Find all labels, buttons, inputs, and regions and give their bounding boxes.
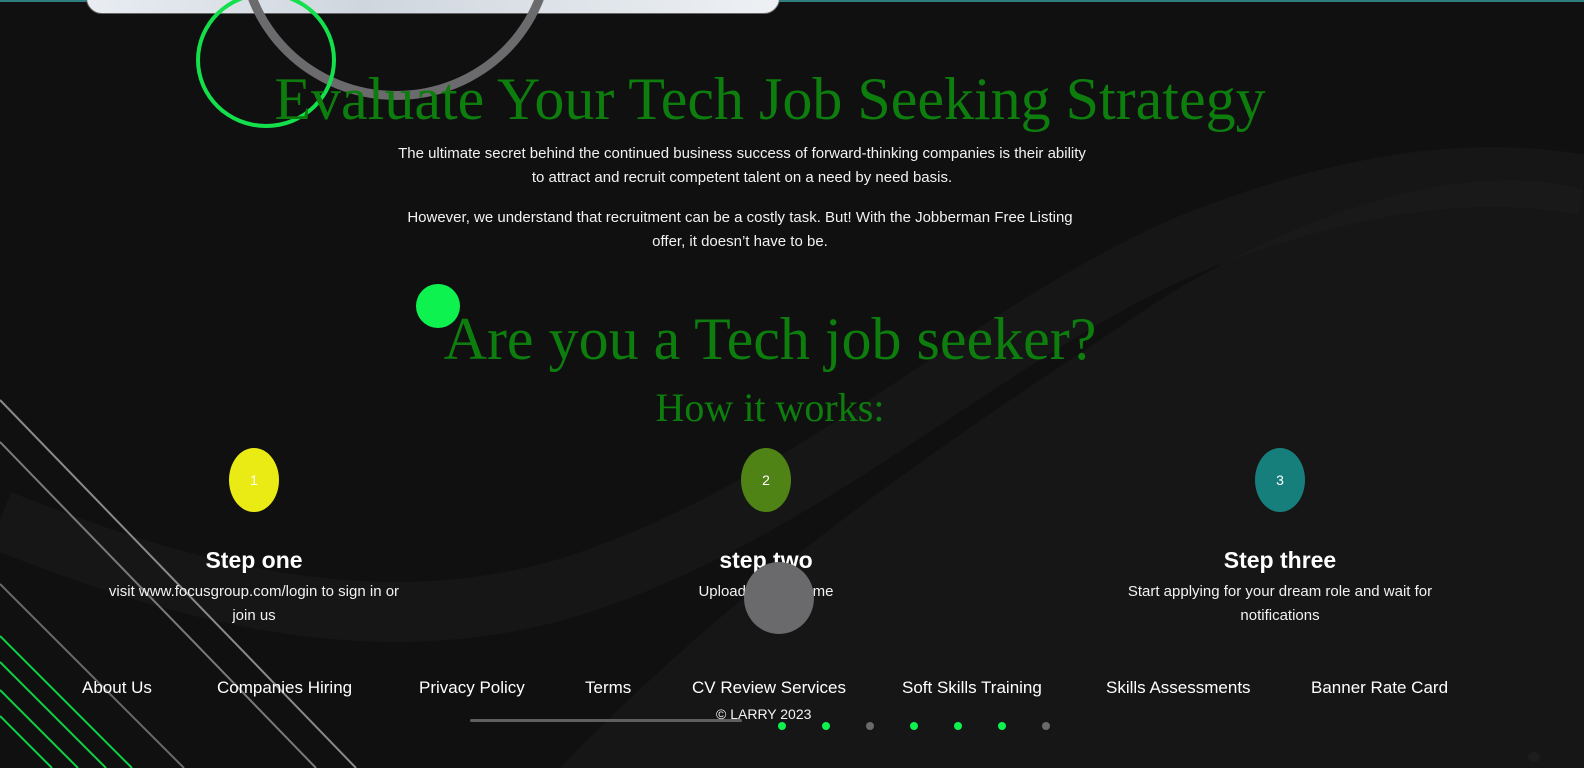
step-number-badge: 1 <box>229 448 279 512</box>
footer-link-banner-rate-card[interactable]: Banner Rate Card <box>1311 676 1448 700</box>
footer-link-terms[interactable]: Terms <box>585 676 631 700</box>
how-it-works-title: How it works: <box>655 385 885 430</box>
hero-title: Evaluate Your Tech Job Seeking Strategy <box>274 66 1266 132</box>
footer-link-companies-hiring[interactable]: Companies Hiring <box>217 676 352 700</box>
carousel-dot[interactable] <box>910 722 918 730</box>
footer-nav: About Us Companies Hiring Privacy Policy… <box>0 676 1584 700</box>
carousel-dot[interactable] <box>998 722 1006 730</box>
seeker-title: Are you a Tech job seeker? <box>443 306 1097 372</box>
footer-link-privacy-policy[interactable]: Privacy Policy <box>419 676 525 700</box>
carousel-dot[interactable] <box>866 722 874 730</box>
step-number-badge: 3 <box>1255 448 1305 512</box>
step-description: Start applying for your dream role and w… <box>1127 583 1433 624</box>
decor-line-green-1 <box>0 635 133 768</box>
hero-paragraph-2: However, we understand that recruitment … <box>407 209 1073 250</box>
carousel-dot[interactable] <box>954 722 962 730</box>
carousel-dot[interactable] <box>778 722 786 730</box>
carousel-dots <box>778 722 1078 732</box>
decor-line-green-4 <box>0 715 53 768</box>
copyright-text: © LARRY 2023 <box>716 706 812 722</box>
step-description: visit www.focusgroup.com/login to sign i… <box>108 583 400 624</box>
footer-link-soft-skills-training[interactable]: Soft Skills Training <box>902 676 1042 700</box>
carousel-dot[interactable] <box>822 722 830 730</box>
page: Evaluate Your Tech Job Seeking Strategy … <box>0 0 1584 768</box>
decor-dot-dark <box>1528 752 1540 762</box>
decor-dot-gray <box>744 562 814 634</box>
hero-paragraph-1: The ultimate secret behind the continued… <box>398 145 1086 186</box>
footer-link-about-us[interactable]: About Us <box>82 676 152 700</box>
step-number-badge: 2 <box>741 448 791 512</box>
step-three-card: 3 Step three Start applying for your dre… <box>1120 448 1440 628</box>
step-title: Step three <box>1223 547 1337 573</box>
footer-link-skills-assessments[interactable]: Skills Assessments <box>1106 676 1251 700</box>
footer-link-cv-review-services[interactable]: CV Review Services <box>692 676 846 700</box>
horizontal-scroll-indicator[interactable] <box>470 719 742 722</box>
step-title: Step one <box>205 547 303 573</box>
step-one-card: 1 Step one visit www.focusgroup.com/logi… <box>94 448 414 628</box>
carousel-dot[interactable] <box>1042 722 1050 730</box>
